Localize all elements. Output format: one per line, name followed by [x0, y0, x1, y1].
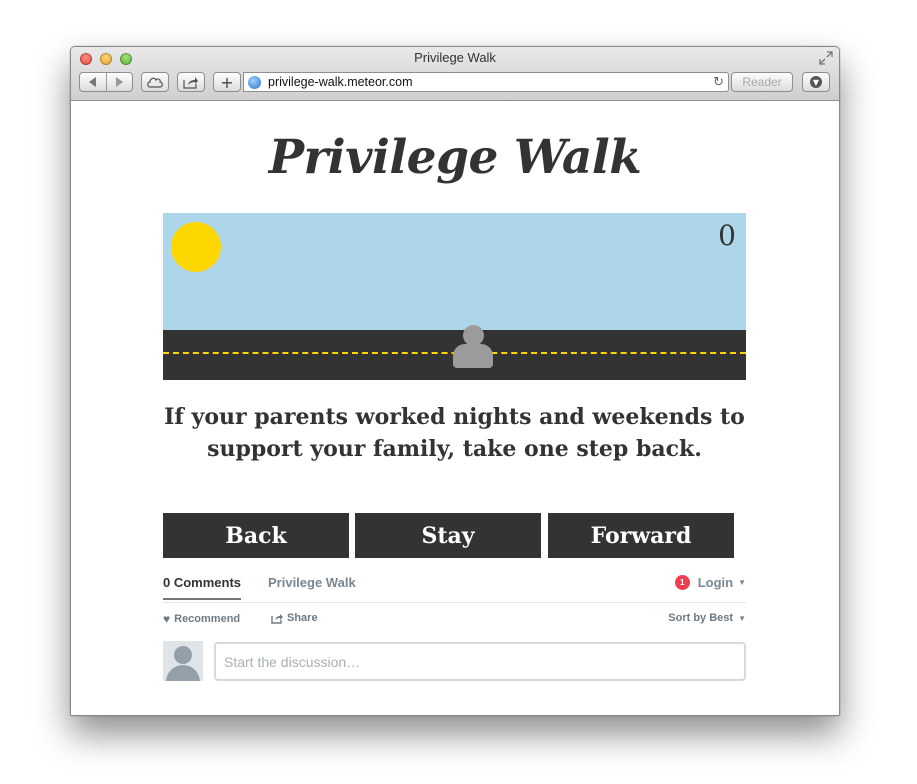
web-page: Privilege Walk 0 If your parents worked …	[71, 101, 839, 715]
stay-button[interactable]: Stay	[355, 513, 541, 558]
walk-scene: 0	[163, 213, 746, 380]
sort-dropdown[interactable]: Sort by Best ▼	[668, 612, 746, 624]
browser-window: Privilege Walk + privilege-walk.meteor.c…	[70, 46, 840, 716]
reader-button[interactable]: Reader	[731, 72, 793, 92]
avatar	[163, 641, 203, 681]
person-icon	[453, 325, 493, 369]
heart-icon: ♥	[163, 612, 171, 626]
forward-button[interactable]	[107, 77, 133, 87]
site-title: Privilege Walk	[268, 130, 642, 185]
recommend-button[interactable]: ♥ Recommend	[163, 612, 240, 626]
chevron-down-icon: ▼	[738, 613, 746, 623]
share-icon	[271, 613, 283, 624]
url-text[interactable]: privilege-walk.meteor.com	[268, 75, 413, 89]
person-head	[463, 325, 484, 346]
share-button[interactable]	[177, 72, 205, 92]
address-bar[interactable]: privilege-walk.meteor.com ↻	[243, 72, 729, 92]
notification-badge[interactable]: 1	[674, 575, 690, 590]
downloads-button[interactable]: ▼	[802, 72, 830, 92]
tab-community[interactable]: Privilege Walk	[268, 575, 356, 590]
discussion-actions: ♥ Recommend Share Sort by Best ▼	[163, 610, 746, 630]
recommend-label: Recommend	[174, 613, 241, 625]
login-label[interactable]: Login	[698, 575, 733, 590]
question-text: If your parents worked nights and weeken…	[164, 404, 745, 462]
back-arrow-icon	[88, 77, 96, 87]
browser-toolbar: Privilege Walk + privilege-walk.meteor.c…	[71, 47, 839, 101]
login-menu[interactable]: 1 Login ▼	[674, 575, 746, 590]
history-nav-group	[79, 72, 133, 92]
back-button[interactable]	[80, 77, 106, 87]
download-icon: ▼	[810, 76, 822, 88]
sky	[163, 213, 746, 330]
avatar-head	[174, 646, 192, 664]
window-title: Privilege Walk	[414, 50, 496, 65]
comments-tabs: 0 Comments Privilege Walk 1 Login ▼	[163, 570, 746, 603]
share-discussion-button[interactable]: Share	[271, 612, 318, 624]
chevron-down-icon: ▼	[738, 578, 746, 587]
share-icon	[183, 76, 198, 89]
sort-label: Sort by Best	[668, 612, 734, 624]
back-step-button[interactable]: Back	[163, 513, 349, 558]
add-bookmark-button[interactable]: +	[213, 72, 241, 92]
forward-step-button[interactable]: Forward	[548, 513, 734, 558]
fullscreen-icon[interactable]	[819, 51, 833, 65]
step-counter: 0	[718, 219, 736, 252]
share-label: Share	[287, 612, 318, 624]
avatar-body	[166, 665, 200, 681]
sun	[171, 222, 221, 272]
icloud-tabs-button[interactable]	[141, 72, 169, 92]
person-body	[453, 344, 493, 368]
cloud-icon	[147, 77, 163, 88]
tab-comments[interactable]: 0 Comments	[163, 575, 242, 600]
forward-arrow-icon	[116, 77, 124, 87]
comment-input[interactable]	[214, 642, 746, 681]
reload-icon[interactable]: ↻	[713, 75, 724, 90]
globe-icon	[248, 75, 261, 89]
